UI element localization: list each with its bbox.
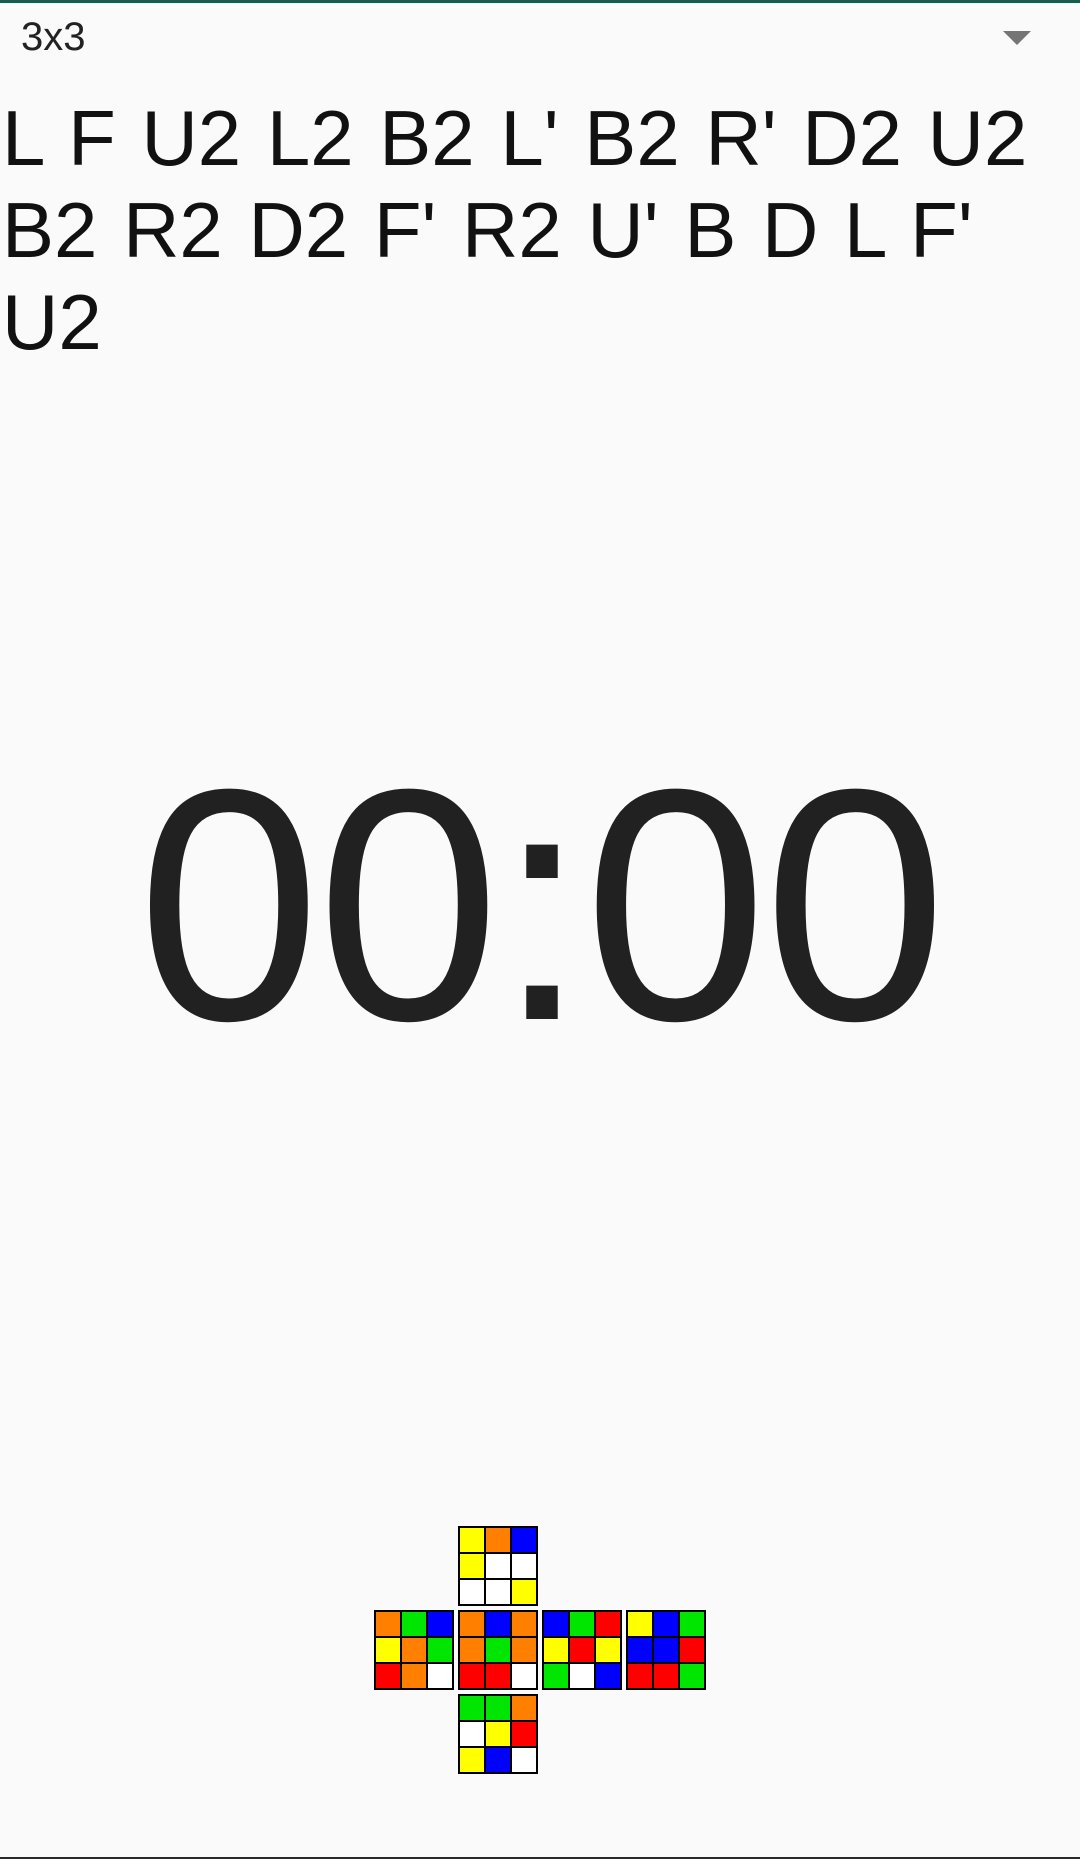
cube-sticker — [459, 1695, 485, 1721]
cube-face-front — [458, 1610, 538, 1690]
cube-face-down — [458, 1694, 538, 1774]
cube-scramble-preview — [374, 1526, 708, 1776]
puzzle-type-label: 3x3 — [21, 15, 86, 59]
cube-sticker — [511, 1663, 537, 1689]
cube-sticker — [627, 1663, 653, 1689]
cube-sticker — [375, 1611, 401, 1637]
cube-sticker — [569, 1637, 595, 1663]
cube-sticker — [653, 1663, 679, 1689]
scramble-text[interactable]: L F U2 L2 B2 L' B2 R' D2 U2 B2 R2 D2 F' … — [2, 92, 1078, 368]
cube-sticker — [569, 1663, 595, 1689]
cube-sticker — [627, 1637, 653, 1663]
cube-sticker — [543, 1637, 569, 1663]
cube-sticker — [653, 1637, 679, 1663]
cube-sticker — [459, 1611, 485, 1637]
cube-sticker — [679, 1611, 705, 1637]
cube-face-back — [626, 1610, 706, 1690]
cube-sticker — [511, 1553, 537, 1579]
cube-sticker — [401, 1637, 427, 1663]
cube-sticker — [459, 1527, 485, 1553]
cube-sticker — [595, 1611, 621, 1637]
cube-sticker — [511, 1527, 537, 1553]
cube-sticker — [595, 1637, 621, 1663]
cube-sticker — [679, 1663, 705, 1689]
cube-sticker — [427, 1637, 453, 1663]
puzzle-type-dropdown[interactable]: 3x3 — [0, 3, 1080, 73]
cube-sticker — [401, 1663, 427, 1689]
cube-sticker — [375, 1637, 401, 1663]
cube-sticker — [569, 1611, 595, 1637]
cube-sticker — [511, 1695, 537, 1721]
cube-sticker — [485, 1663, 511, 1689]
cube-sticker — [485, 1611, 511, 1637]
cube-sticker — [653, 1611, 679, 1637]
cube-face-up — [458, 1526, 538, 1606]
timer-display[interactable]: 00:00 — [0, 740, 1080, 1070]
cube-sticker — [485, 1637, 511, 1663]
cube-sticker — [511, 1747, 537, 1773]
cube-sticker — [459, 1747, 485, 1773]
cube-sticker — [459, 1579, 485, 1605]
dropdown-arrow-icon — [1003, 31, 1031, 45]
cube-sticker — [543, 1611, 569, 1637]
cube-sticker — [511, 1721, 537, 1747]
cube-sticker — [511, 1611, 537, 1637]
cube-sticker — [375, 1663, 401, 1689]
cube-sticker — [401, 1611, 427, 1637]
cube-sticker — [427, 1611, 453, 1637]
cube-sticker — [485, 1527, 511, 1553]
cube-sticker — [485, 1553, 511, 1579]
cube-sticker — [595, 1663, 621, 1689]
cube-face-left — [374, 1610, 454, 1690]
cube-sticker — [627, 1611, 653, 1637]
cube-face-right — [542, 1610, 622, 1690]
cube-sticker — [543, 1663, 569, 1689]
cube-sticker — [459, 1553, 485, 1579]
cube-sticker — [459, 1637, 485, 1663]
cube-sticker — [485, 1695, 511, 1721]
cube-sticker — [485, 1721, 511, 1747]
cube-sticker — [511, 1579, 537, 1605]
cube-sticker — [427, 1663, 453, 1689]
cube-sticker — [459, 1663, 485, 1689]
cube-sticker — [511, 1637, 537, 1663]
cube-sticker — [679, 1637, 705, 1663]
cube-sticker — [485, 1747, 511, 1773]
cube-sticker — [459, 1721, 485, 1747]
cube-sticker — [485, 1579, 511, 1605]
